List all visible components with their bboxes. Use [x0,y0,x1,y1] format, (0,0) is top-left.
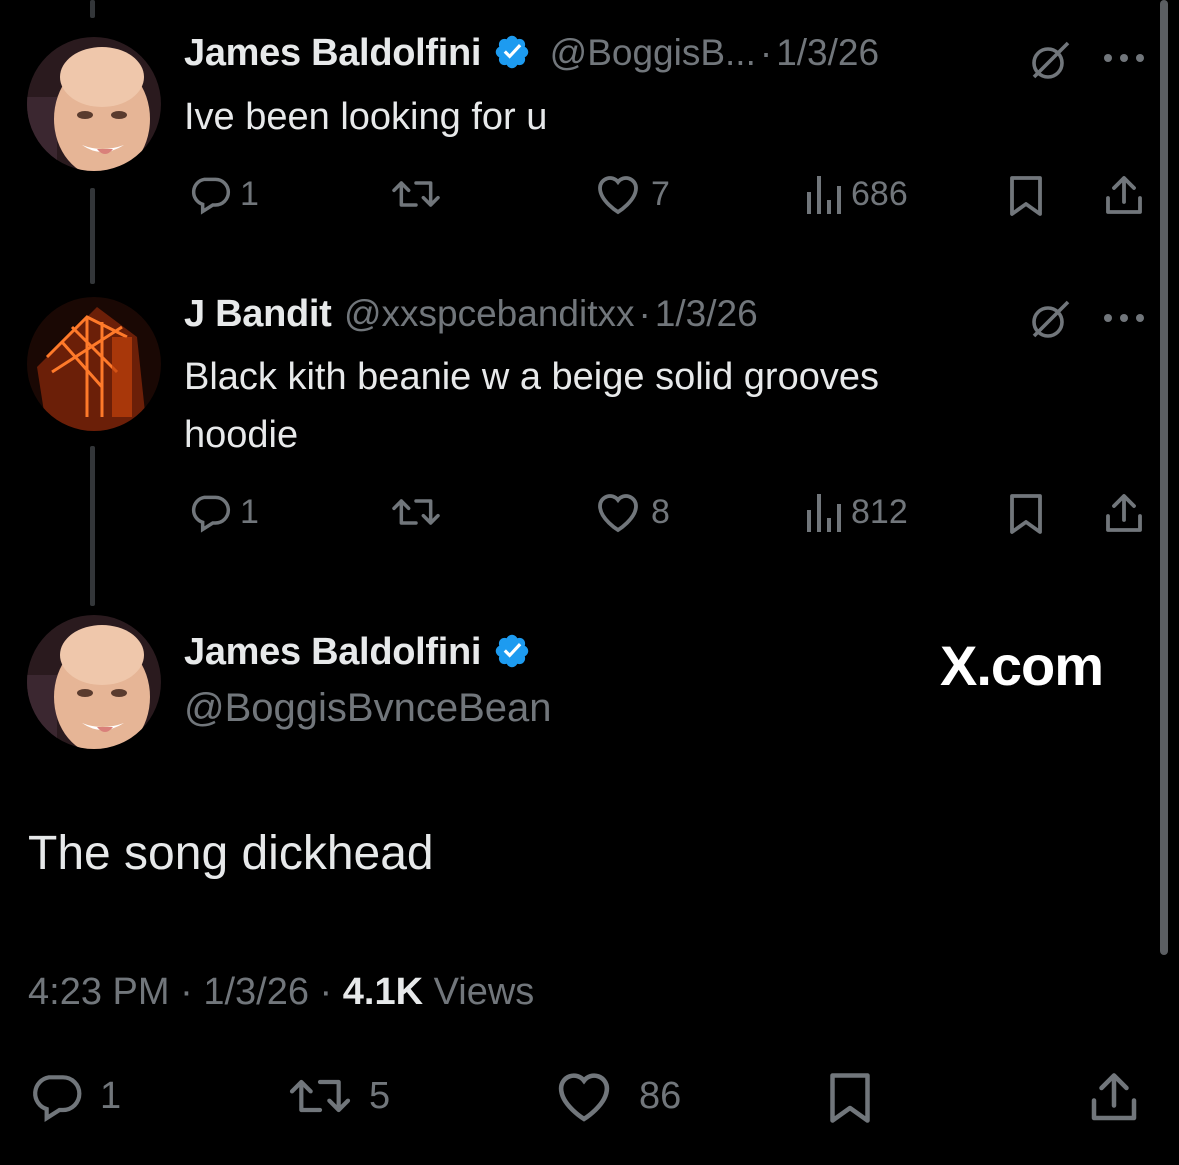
like-icon [598,494,638,533]
tweet-time[interactable]: 4:23 PM [28,971,170,1013]
x-com-brand: X.com [940,634,1104,697]
reply-button[interactable]: 1 [188,172,259,216]
verified-badge-icon [495,634,529,668]
repost-button[interactable] [388,490,444,534]
like-button[interactable]: 8 [593,490,670,534]
tweet-date[interactable]: 1/3/26 [776,32,879,73]
tweet-text-line-1: Black kith beanie w a beige solid groove… [184,356,879,398]
repost-icon [392,499,440,525]
tweet-2-header: J Bandit @xxspcebanditxx · 1/3/26 [184,293,758,336]
views-count: 812 [851,492,908,531]
verified-badge-icon [495,35,529,69]
reply-count: 1 [100,1074,122,1117]
separator: · [180,971,193,1013]
repost-icon [289,1079,351,1113]
avatar-james[interactable] [27,37,161,171]
separator: · [319,971,333,1013]
views-icon [807,176,841,214]
repost-count: 5 [369,1074,391,1117]
reply-button[interactable]: 1 [188,490,259,534]
reply-count: 1 [240,174,259,213]
repost-icon [392,181,440,207]
main-tweet-text: The song dickhead [28,827,434,880]
tweet-1-header: James Baldolfini @BoggisB... · 1/3/26 [184,32,879,75]
bookmark-icon[interactable] [1002,172,1050,220]
share-icon[interactable] [1084,1068,1144,1128]
views-count: 686 [851,174,908,213]
author-handle[interactable]: @xxspcebanditxx [344,293,635,334]
tweet-metadata: 4:23 PM · 1/3/26 · 4.1K Views [28,971,534,1014]
more-icon[interactable] [1100,48,1148,68]
like-button[interactable]: 7 [593,172,670,216]
author-name[interactable]: J Bandit [184,293,332,335]
share-icon[interactable] [1100,172,1148,220]
thread-line-2 [90,446,95,606]
like-count: 86 [639,1074,682,1117]
bookmark-icon[interactable] [1002,490,1050,538]
separator: · [759,32,773,73]
avatar-jbandit[interactable] [27,297,161,431]
tweet-text-line-2: hoodie [184,414,299,456]
thread-line-1 [90,188,95,284]
author-name[interactable]: James Baldolfini [184,32,481,74]
author-handle[interactable]: @BoggisBvnceBean [184,686,552,731]
share-icon[interactable] [1100,490,1148,538]
repost-button[interactable] [388,172,444,216]
views-count: 4.1K [342,971,424,1013]
separator: · [638,293,651,334]
tweet-text: Ive been looking for u [184,96,548,138]
views-label: Views [433,971,535,1013]
reply-icon [191,495,231,533]
tweet-date[interactable]: 1/3/26 [655,293,758,334]
author-handle[interactable]: @BoggisB... [550,32,756,73]
grok-icon[interactable] [1026,37,1074,85]
reply-icon [33,1075,82,1122]
views-button[interactable]: 686 [803,172,908,216]
tweet-text: Black kith beanie w a beige solid groove… [184,348,879,464]
views-button[interactable]: 812 [803,490,908,534]
like-icon [558,1073,610,1122]
bookmark-icon[interactable] [820,1068,880,1128]
tweet-date[interactable]: 1/3/26 [203,971,309,1013]
like-count: 7 [651,174,670,213]
reply-icon [191,177,231,215]
views-icon [807,494,841,532]
more-icon[interactable] [1100,308,1148,328]
main-tweet-author[interactable]: James Baldolfini [184,631,531,674]
like-count: 8 [651,492,670,531]
grok-icon[interactable] [1026,296,1074,344]
repost-button[interactable]: 5 [285,1068,390,1124]
like-button[interactable]: 86 [553,1068,681,1124]
scrollbar[interactable] [1160,0,1168,955]
avatar-james-main[interactable] [27,615,161,749]
like-icon [598,176,638,215]
thread-line-top [90,0,95,18]
reply-count: 1 [240,492,259,531]
reply-button[interactable]: 1 [28,1068,121,1124]
author-name[interactable]: James Baldolfini [184,631,481,673]
